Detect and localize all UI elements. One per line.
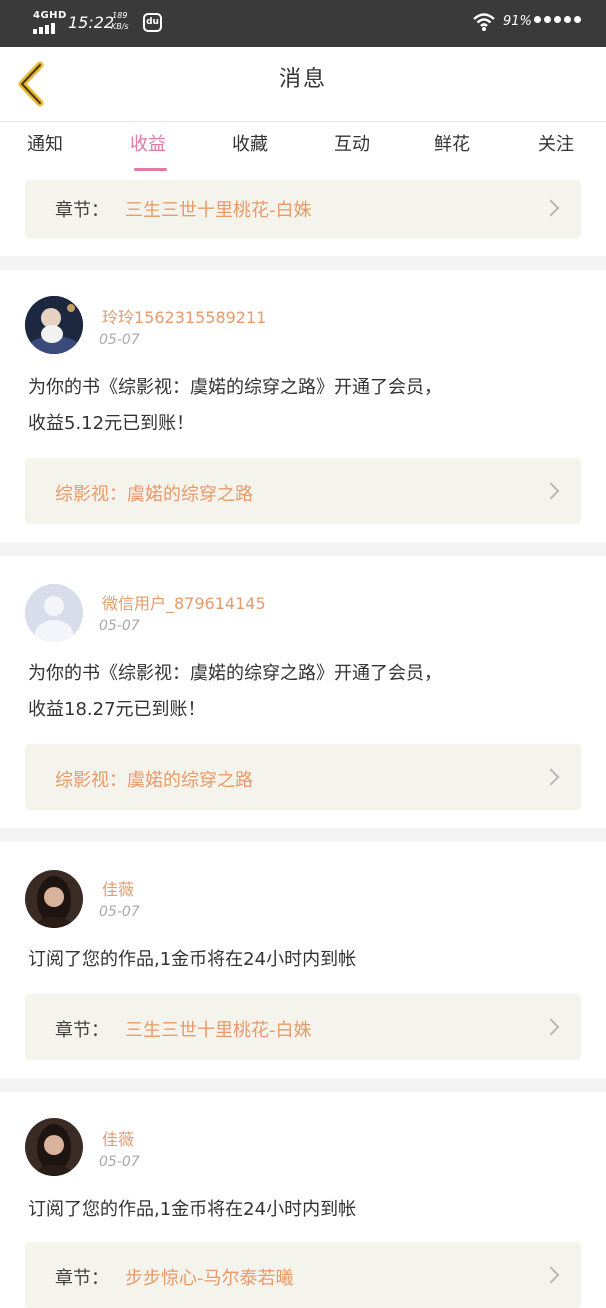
tab-interactions[interactable]: 互动 [334,130,370,156]
avatar-woman-icon [25,1118,83,1176]
chapter-label: 章节： [55,1268,109,1289]
tab-favorites[interactable]: 收藏 [232,130,268,156]
app-notification-icon: du [143,13,162,32]
separator [0,1078,606,1092]
avatar[interactable] [25,1118,83,1176]
chapter-card[interactable]: 章节： 三生三世十里桃花-白姝 [25,180,581,238]
message-date: 05-07 [99,332,140,348]
avatar[interactable] [25,584,83,642]
tab-bar: 通知 收益 收藏 互动 鲜花 关注 [0,122,606,172]
username[interactable]: 佳薇 [102,876,134,900]
chapter-label: 章节： [55,200,109,221]
chapter-title: 三生三世十里桃花-白姝 [125,1020,312,1041]
message-text: 为你的书《综影视：虞婼的综穿之路》开通了会员， 收益18.27元已到账！ [28,663,442,720]
avatar[interactable] [25,870,83,928]
chevron-right-icon [542,482,560,500]
battery-level: 91% [503,14,532,29]
network-speed: 189 KB/s [111,11,129,31]
separator [0,256,606,270]
avatar-woman-icon [25,870,83,928]
tab-earnings[interactable]: 收益 [130,130,166,156]
chevron-right-icon [542,1018,560,1036]
message-date: 05-07 [99,904,140,920]
username[interactable]: 佳薇 [102,1126,134,1150]
separator [0,828,606,842]
tab-flowers[interactable]: 鲜花 [434,130,470,156]
book-card[interactable]: 综影视：虞婼的综穿之路 [25,458,581,524]
avatar-baby-icon [25,296,83,354]
chapter-card[interactable]: 章节： 步步惊心-马尔泰若曦 [25,1242,581,1308]
tab-following[interactable]: 关注 [538,130,574,156]
active-tab-indicator [134,168,167,171]
chapter-title: 步步惊心-马尔泰若曦 [125,1268,294,1289]
signal-icon [33,23,55,34]
battery-dots-icon [534,16,581,23]
message-text: 订阅了您的作品,1金币将在24小时内到帐 [28,1199,357,1220]
clock: 15:22 [68,13,115,32]
chapter-card[interactable]: 章节： 三生三世十里桃花-白姝 [25,994,581,1060]
page-title: 消息 [278,67,327,92]
network-type: 4GHD [33,10,67,21]
chapter-title: 三生三世十里桃花-白姝 [125,200,312,221]
separator [0,542,606,556]
message-date: 05-07 [99,618,140,634]
header: 消息 [0,47,606,122]
wifi-icon [473,13,495,31]
book-title: 综影视：虞婼的综穿之路 [55,770,253,791]
username[interactable]: 微信用户_879614145 [102,590,266,614]
chevron-right-icon [542,1266,560,1284]
message-date: 05-07 [99,1154,140,1170]
chevron-right-icon [542,199,560,217]
status-bar: 4GHD 15:22 189 KB/s du 91% [0,0,606,47]
tab-notifications[interactable]: 通知 [27,130,63,156]
avatar[interactable] [25,296,83,354]
username[interactable]: 玲玲15623155892​11 [102,304,266,328]
chevron-right-icon [542,768,560,786]
message-text: 为你的书《综影视：虞婼的综穿之路》开通了会员， 收益5.12元已到账！ [28,377,442,434]
chapter-label: 章节： [55,1020,109,1041]
book-card[interactable]: 综影视：虞婼的综穿之路 [25,744,581,810]
default-avatar-icon [25,584,83,642]
message-text: 订阅了您的作品,1金币将在24小时内到帐 [28,949,357,970]
book-title: 综影视：虞婼的综穿之路 [55,484,253,505]
